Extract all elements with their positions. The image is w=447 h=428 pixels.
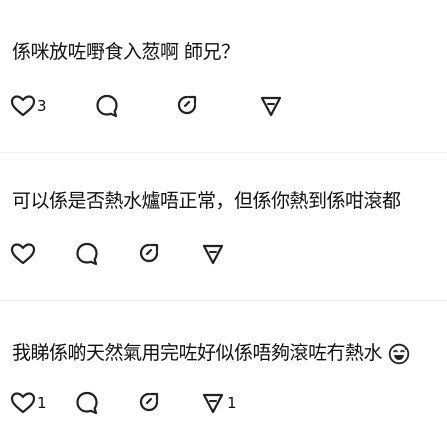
like-button[interactable]: 3 [10, 91, 47, 121]
like-count: 3 [37, 97, 47, 115]
heart-icon [10, 95, 36, 117]
share-icon [139, 392, 159, 412]
comment-bubble-icon [76, 391, 98, 415]
heart-icon [10, 243, 36, 265]
dislike-count: 1 [227, 394, 237, 412]
comment-feed: 係咪放咗嘢食入䓤啊 師兄？ 3 可以係是否熱水爐唔正常，但係你熱到係咁滾都 我睇… [0, 0, 447, 428]
comment-text: 可以係是否熱水爐唔正常，但係你熱到係咁滾都 [12, 190, 401, 212]
divider [0, 300, 447, 301]
divider [0, 152, 447, 153]
share-icon [139, 243, 159, 263]
dislike-button[interactable]: 1 [200, 388, 237, 418]
comment-text: 我睇係啲天然氣用完咗好似係唔夠滾咗冇熱水 [12, 341, 410, 365]
comment-actions: 3 [10, 91, 430, 121]
share-button[interactable] [136, 239, 162, 269]
reply-button[interactable] [74, 239, 100, 269]
comment-actions: 1 1 [10, 388, 430, 418]
reply-button[interactable] [94, 91, 120, 121]
dislike-triangle-icon [202, 393, 224, 414]
reply-button[interactable] [74, 388, 100, 418]
dislike-triangle-icon [202, 244, 224, 265]
heart-icon [10, 392, 36, 414]
dislike-triangle-icon [260, 96, 282, 117]
share-button[interactable] [136, 388, 162, 418]
like-button[interactable]: 1 [10, 388, 47, 418]
comment-bubble-icon [76, 242, 98, 266]
comment-actions [10, 239, 430, 269]
comment-text-content: 我睇係啲天然氣用完咗好似係唔夠滾咗冇熱水 [12, 342, 383, 364]
dislike-button[interactable] [258, 91, 285, 121]
share-button[interactable] [174, 91, 200, 121]
grinning-sweat-emoji [388, 343, 409, 364]
dislike-button[interactable] [200, 239, 227, 269]
like-count: 1 [37, 394, 47, 412]
comment-text: 係咪放咗嘢食入䓤啊 師兄？ [12, 41, 240, 63]
comment-bubble-icon [96, 94, 118, 118]
like-button[interactable] [10, 239, 37, 269]
share-icon [177, 95, 197, 115]
